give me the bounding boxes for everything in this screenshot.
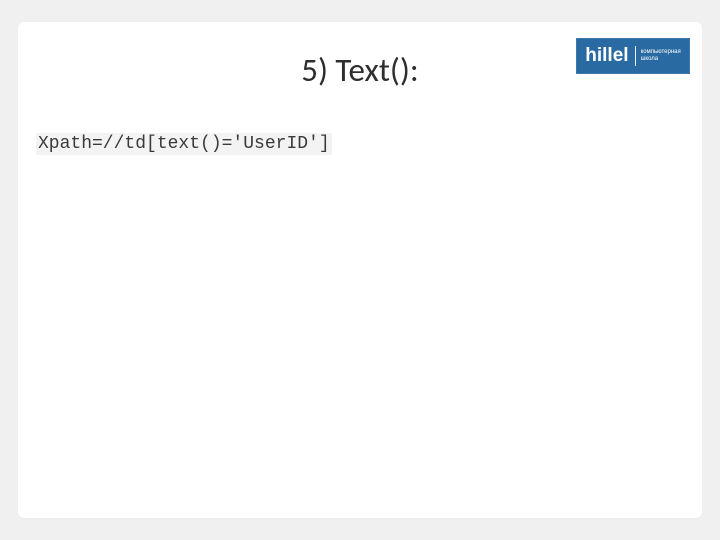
code-snippet: Xpath=//td[text()='UserID'] (36, 133, 332, 155)
slide-card: 5) Text(): hillel компьютерная школа Xpa… (18, 22, 702, 518)
brand-logo: hillel компьютерная школа (576, 38, 690, 74)
logo-subtext: компьютерная школа (636, 49, 681, 63)
logo-sub-line1: компьютерная (641, 49, 681, 56)
logo-brand-text: hillel (585, 46, 635, 66)
logo-sub-line2: школа (641, 56, 681, 63)
